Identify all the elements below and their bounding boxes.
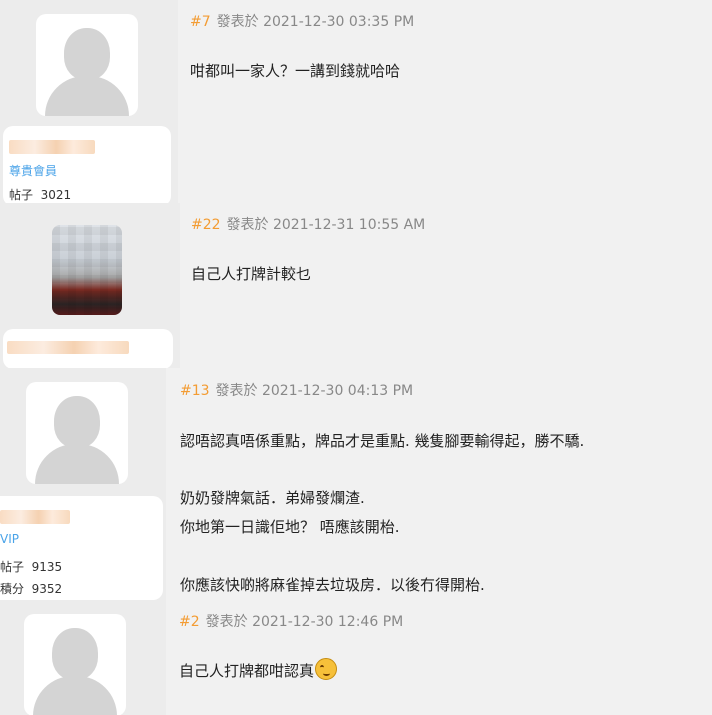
post-number[interactable]: #22 (191, 217, 221, 233)
post-content-line: 你地第一日識佢地？ 唔應該開枱. (180, 518, 400, 536)
default-avatar-icon[interactable] (24, 614, 126, 715)
post-count: 帖子 9135 (0, 560, 63, 574)
post-content-line: 認唔認真唔係重點，牌品才是重點. 幾隻腳要輸得起，勝不驕. (180, 432, 585, 450)
post-content: 咁都叫一家人？一講到錢就哈哈 (190, 62, 401, 80)
default-avatar-icon[interactable] (36, 14, 138, 116)
sweat-smile-emoji-icon (315, 658, 338, 680)
post-meta: #22 發表於 2021-12-31 10:55 AM (191, 214, 425, 234)
post-content-line: 你應該快啲將麻雀掉去垃圾房．以後冇得開枱. (180, 576, 485, 594)
post-content: 自己人打牌計較乜 (191, 265, 312, 283)
user-info-card: VIP 帖子 9135 積分 9352 (0, 496, 163, 600)
post-meta: #2 發表於 2021-12-30 12:46 PM (179, 611, 403, 631)
blurred-username[interactable] (9, 140, 95, 154)
user-rank: VIP (0, 532, 19, 546)
blurred-username[interactable] (7, 341, 129, 354)
post-number[interactable]: #7 (190, 14, 211, 30)
post-timestamp: 發表於 2021-12-31 10:55 AM (226, 217, 426, 233)
post-7: 尊貴會員 帖子 3021 #7 發表於 2021-12-30 03:35 PM 咁… (0, 0, 712, 203)
post-2: #2 發表於 2021-12-30 12:46 PM 自己人打牌都咁認真 (0, 600, 712, 715)
points-count: 積分 9352 (0, 582, 63, 596)
post-13: VIP 帖子 9135 積分 9352 #13 發表於 2021-12-30 04… (0, 368, 712, 600)
post-meta: #7 發表於 2021-12-30 03:35 PM (190, 11, 414, 31)
post-timestamp: 發表於 2021-12-30 04:13 PM (215, 383, 414, 399)
post-number[interactable]: #13 (180, 383, 210, 399)
post-timestamp: 發表於 2021-12-30 12:46 PM (205, 614, 404, 630)
default-avatar-icon[interactable] (26, 382, 128, 484)
pixelated-avatar-icon[interactable] (52, 225, 122, 315)
post-count: 帖子 3021 (9, 188, 72, 202)
post-number[interactable]: #2 (179, 614, 200, 630)
post-timestamp: 發表於 2021-12-30 03:35 PM (216, 14, 415, 30)
user-info-card (3, 329, 173, 368)
post-content: 自己人打牌都咁認真 (179, 658, 338, 681)
post-content-line: 奶奶發牌氣話．弟婦發爛渣. (180, 489, 365, 507)
blurred-username[interactable] (0, 510, 70, 524)
user-info-card: 尊貴會員 帖子 3021 (3, 126, 171, 203)
post-meta: #13 發表於 2021-12-30 04:13 PM (180, 380, 413, 400)
user-rank: 尊貴會員 (9, 164, 58, 178)
